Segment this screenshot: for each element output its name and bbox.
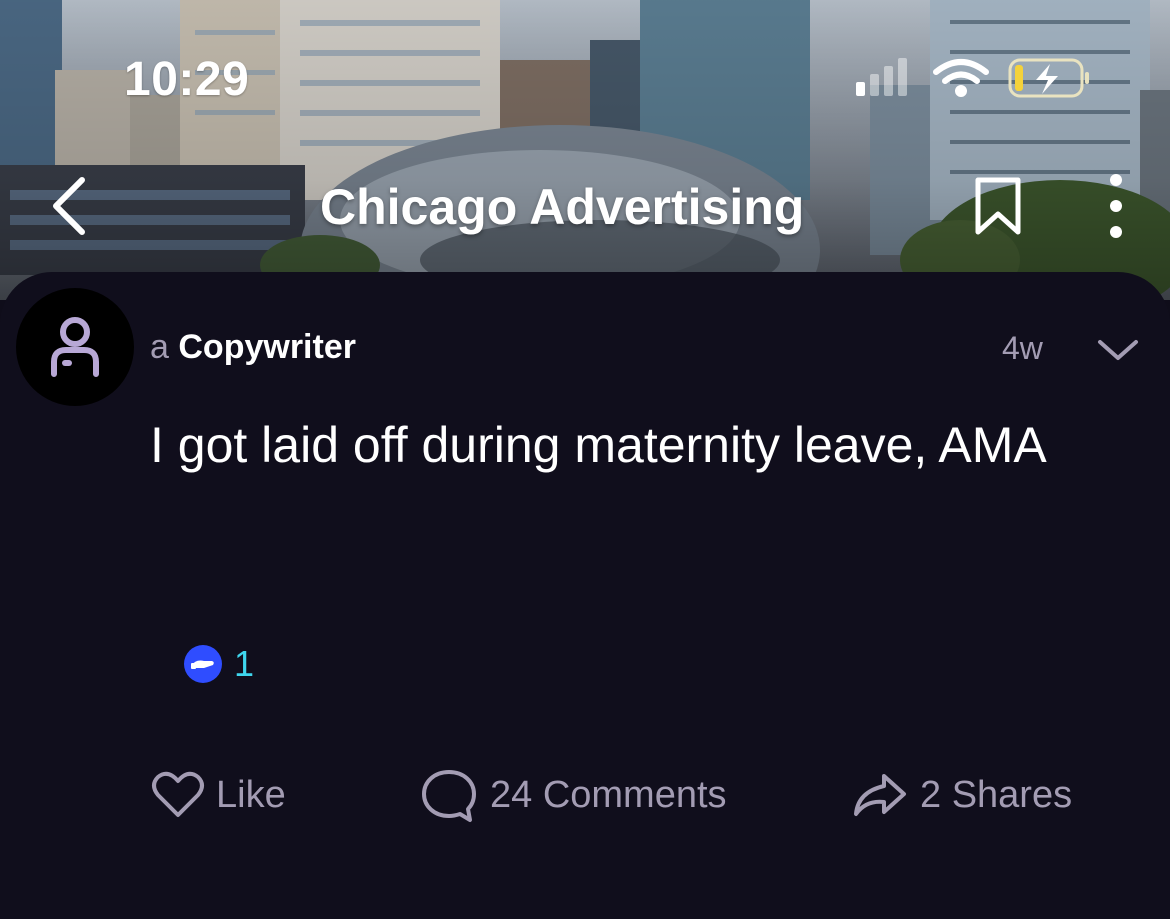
user-icon (51, 317, 99, 377)
post-author[interactable]: a Copywriter (150, 328, 356, 367)
like-label: Like (216, 773, 286, 816)
page-title: Chicago Advertising (320, 179, 805, 235)
share-arrow-icon (854, 774, 906, 816)
comments-label: 24 Comments (490, 773, 727, 816)
post-title[interactable]: I got laid off during maternity leave, A… (150, 414, 1110, 476)
like-button[interactable]: Like (150, 766, 286, 824)
share-button[interactable]: 2 Shares (850, 766, 1072, 824)
post-options-button[interactable] (1094, 330, 1142, 370)
author-name: Copywriter (178, 328, 356, 366)
chevron-left-icon (53, 177, 85, 235)
helpful-hand-icon (184, 645, 222, 683)
bookmark-icon (975, 177, 1021, 235)
author-prefix: a (150, 328, 169, 366)
heart-icon (152, 771, 204, 817)
chevron-down-icon (1098, 340, 1138, 360)
more-vertical-icon (1110, 174, 1122, 238)
signal-icon (856, 58, 907, 96)
comment-bubble-icon (422, 770, 476, 822)
reaction-count: 1 (234, 643, 255, 684)
header-banner: 10:29 Chicago Advertising (0, 0, 1170, 300)
comments-button[interactable]: 24 Comments (418, 766, 727, 824)
battery-charging-icon (1008, 58, 1089, 98)
avatar[interactable] (16, 288, 134, 406)
bookmark-button[interactable] (966, 172, 1030, 240)
wifi-icon (933, 59, 989, 97)
status-icons (852, 56, 1092, 100)
post-age: 4w (1002, 330, 1043, 366)
more-options-button[interactable] (1092, 170, 1140, 242)
status-time: 10:29 (124, 53, 250, 106)
back-button[interactable] (38, 170, 108, 240)
reaction-summary[interactable]: 1 (184, 642, 254, 686)
shares-label: 2 Shares (920, 773, 1073, 816)
